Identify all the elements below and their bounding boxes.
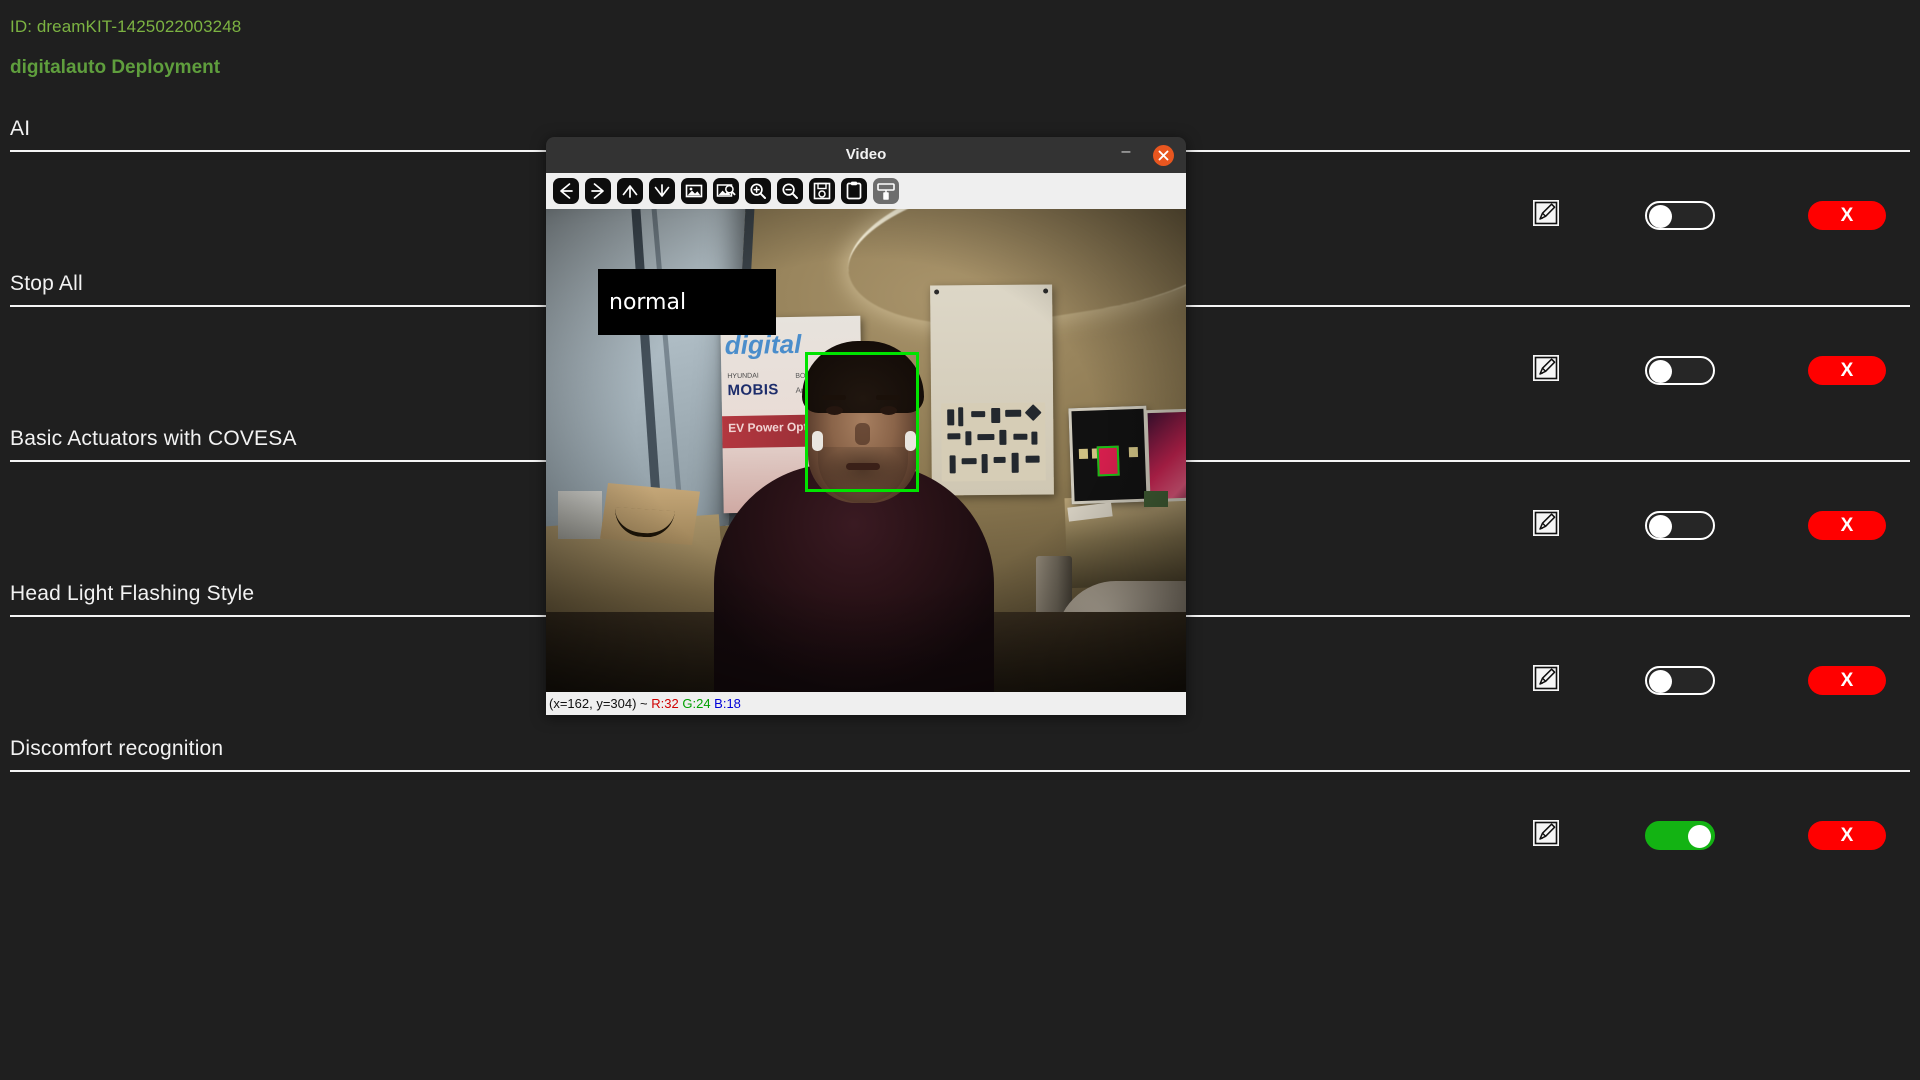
pencil-edit-icon: [1534, 356, 1558, 380]
deployment-toggle[interactable]: [1645, 201, 1715, 230]
image-search-icon: [716, 184, 736, 197]
whiteboard-note: [941, 402, 1046, 482]
video-canvas[interactable]: digital HYUNDAI MOBIS BOSCH Ansys EV Pow…: [546, 209, 1186, 692]
save-floppy-button[interactable]: [809, 178, 835, 204]
close-button[interactable]: [1153, 145, 1174, 166]
toggle-knob: [1649, 515, 1672, 538]
pixel-red-value: R:32: [651, 696, 679, 711]
toggle-knob: [1649, 360, 1672, 383]
down-arrow-icon: [654, 184, 670, 197]
zoom-out-button[interactable]: [777, 178, 803, 204]
pixel-blue-value: B:18: [714, 696, 741, 711]
deployment-row-label: Discomfort recognition: [10, 737, 224, 760]
device-id-label: ID: dreamKIT-1425022003248: [10, 17, 242, 36]
toggle-knob: [1688, 825, 1711, 848]
page-title: digitalauto Deployment: [10, 57, 221, 78]
shelf-plant: [1144, 491, 1168, 507]
down-arrow-button[interactable]: [649, 178, 675, 204]
deployment-row: Discomfort recognition X: [0, 715, 1920, 870]
zoom-out-icon: [782, 183, 798, 199]
video-window-titlebar[interactable]: Video –: [546, 137, 1186, 173]
forward-arrow-button[interactable]: [585, 178, 611, 204]
delete-deployment-button[interactable]: X: [1808, 511, 1886, 540]
pencil-edit-icon: [1534, 821, 1558, 845]
deployment-row-label: Stop All: [10, 272, 83, 295]
deployment-toggle[interactable]: [1645, 821, 1715, 850]
wall-whiteboard: [930, 284, 1054, 496]
image-button[interactable]: [681, 178, 707, 204]
edit-deployment-button[interactable]: [1533, 510, 1559, 536]
laptop-screen-right: [1144, 407, 1186, 503]
poster-hyundai-text: HYUNDAI: [727, 372, 759, 381]
deployment-toggle[interactable]: [1645, 356, 1715, 385]
sill-box: [558, 491, 602, 539]
video-window[interactable]: Video – digital HYUNDAI MOBIS EV Power O…: [546, 137, 1186, 715]
deployment-toggle[interactable]: [1645, 666, 1715, 695]
delete-deployment-button[interactable]: X: [1808, 666, 1886, 695]
delete-deployment-button[interactable]: X: [1808, 201, 1886, 230]
deployment-row-label: AI: [10, 117, 31, 140]
toggle-knob: [1649, 205, 1672, 228]
pixel-green-value: G:24: [682, 696, 711, 711]
image-icon: [685, 184, 703, 198]
delete-deployment-button[interactable]: X: [1808, 821, 1886, 850]
up-arrow-button[interactable]: [617, 178, 643, 204]
poster-mobis-text: MOBIS: [727, 381, 779, 400]
video-toolbar: [546, 173, 1186, 209]
pencil-edit-icon: [1534, 666, 1558, 690]
edit-deployment-button[interactable]: [1533, 200, 1559, 226]
forward-arrow-icon: [591, 183, 604, 199]
video-window-title: Video: [845, 146, 887, 163]
deployment-row-label: Basic Actuators with COVESA: [10, 427, 297, 450]
back-arrow-icon: [560, 183, 573, 199]
minimize-button[interactable]: –: [1118, 144, 1134, 162]
video-statusbar: (x=162, y=304) ~ R:32 G:24 B:18: [546, 692, 1186, 715]
paint-roller-icon: [877, 183, 895, 200]
face-detection-box: [805, 352, 919, 492]
zoom-in-button[interactable]: [745, 178, 771, 204]
deployment-toggle[interactable]: [1645, 511, 1715, 540]
pencil-edit-icon: [1534, 511, 1558, 535]
cursor-coordinates: (x=162, y=304) ~: [549, 696, 652, 711]
up-arrow-icon: [622, 185, 638, 198]
laptop-screen-left: [1068, 405, 1150, 505]
edit-deployment-button[interactable]: [1533, 820, 1559, 846]
clipboard-icon: [846, 181, 862, 200]
close-icon: [1158, 150, 1169, 161]
back-arrow-button[interactable]: [553, 178, 579, 204]
zoom-in-icon: [750, 183, 766, 199]
app-root: ID: dreamKIT-1425022003248 digitalauto D…: [0, 0, 1920, 1080]
row-divider: [10, 770, 1910, 772]
delete-deployment-button[interactable]: X: [1808, 356, 1886, 385]
pencil-edit-icon: [1534, 201, 1558, 225]
edit-deployment-button[interactable]: [1533, 355, 1559, 381]
image-search-button[interactable]: [713, 178, 739, 204]
toggle-knob: [1649, 670, 1672, 693]
clipboard-button[interactable]: [841, 178, 867, 204]
detection-state-label: normal: [598, 269, 776, 335]
edit-deployment-button[interactable]: [1533, 665, 1559, 691]
deployment-row-label: Head Light Flashing Style: [10, 582, 255, 605]
save-floppy-icon: [813, 182, 831, 200]
paint-roller-button: [873, 178, 899, 204]
